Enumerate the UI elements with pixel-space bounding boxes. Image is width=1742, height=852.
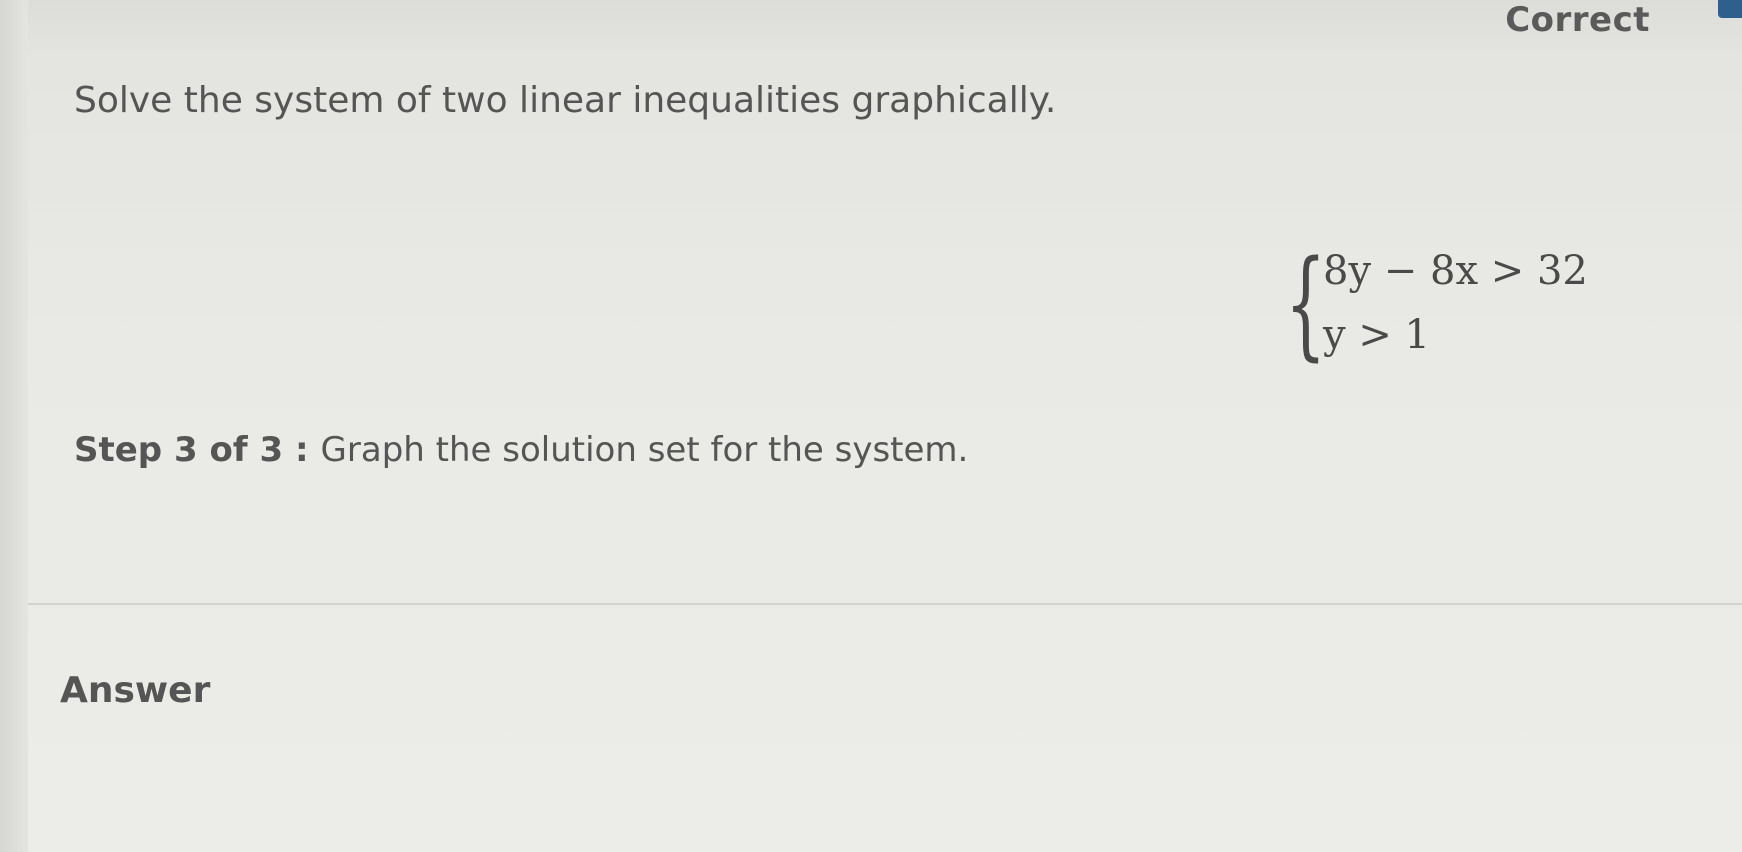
- step-instruction: Step 3 of 3 : Graph the solution set for …: [74, 430, 968, 470]
- inequality-2: y > 1: [1323, 312, 1430, 358]
- header-band: [28, 0, 1742, 58]
- question-prompt: Solve the system of two linear inequalit…: [74, 80, 1057, 121]
- corner-tab[interactable]: [1718, 0, 1742, 18]
- inequality-system: { 8y − 8x > 32 y > 1: [1285, 238, 1588, 368]
- inequality-list: 8y − 8x > 32 y > 1: [1323, 248, 1588, 358]
- system-brace: {: [1285, 234, 1327, 372]
- step-label: Step 3 of 3 :: [74, 430, 309, 470]
- section-divider: [28, 603, 1742, 605]
- inequality-1: 8y − 8x > 32: [1323, 248, 1588, 294]
- answer-heading: Answer: [60, 670, 211, 711]
- question-screen: Correct Solve the system of two linear i…: [0, 0, 1742, 852]
- status-label: Correct: [1505, 0, 1650, 40]
- left-edge: [0, 0, 28, 852]
- step-text: Graph the solution set for the system.: [320, 430, 969, 470]
